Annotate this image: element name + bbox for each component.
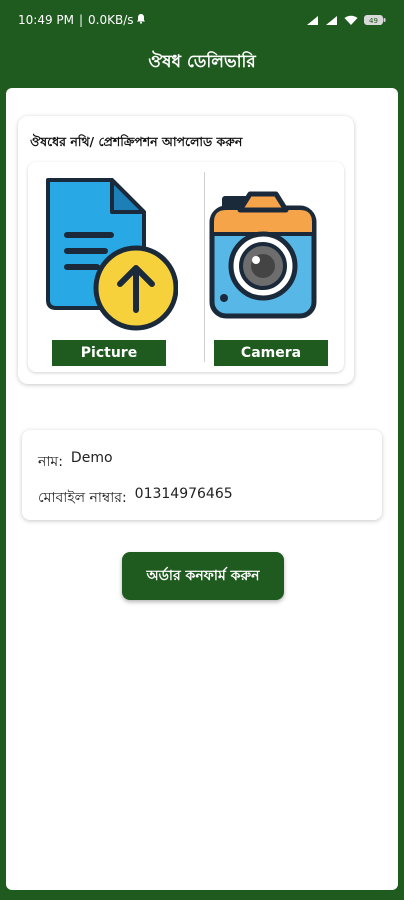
upload-title: ঔষধের নথি/ প্রেশক্রিপশন আপলোড করুন bbox=[30, 134, 243, 149]
confirm-order-button[interactable]: অর্ডার কনফার্ম করুন bbox=[122, 552, 284, 600]
page-title: ঔষধ ডেলিভারি bbox=[148, 52, 256, 72]
name-value: Demo bbox=[70, 450, 113, 466]
notification-bell-icon bbox=[136, 13, 146, 27]
status-time: 10:49 PM bbox=[18, 13, 74, 27]
status-right: 49 bbox=[306, 14, 386, 26]
mobile-label: মোবাইল নাম্বার: bbox=[38, 490, 127, 506]
signal-icon bbox=[307, 15, 318, 25]
battery-icon: 49 bbox=[364, 15, 386, 25]
wifi-icon bbox=[344, 15, 358, 25]
picture-option[interactable]: Picture bbox=[28, 162, 186, 372]
battery-level: 49 bbox=[369, 17, 378, 25]
upload-options: Picture Camera bbox=[28, 162, 344, 372]
picture-button-label: Picture bbox=[52, 340, 166, 366]
upload-card: ঔষধের নথি/ প্রেশক্রিপশন আপলোড করুন Pictu… bbox=[18, 116, 354, 384]
camera-option[interactable]: Camera bbox=[186, 162, 344, 372]
customer-info-card: নাম: Demo মোবাইল নাম্বার: 01314976465 bbox=[22, 430, 382, 520]
status-separator: | bbox=[79, 13, 84, 27]
camera-icon bbox=[209, 191, 317, 319]
main-content: ঔষধের নথি/ প্রেশক্রিপশন আপলোড করুন Pictu… bbox=[6, 88, 398, 890]
name-row: নাম: Demo bbox=[38, 450, 113, 474]
document-upload-icon bbox=[46, 178, 178, 331]
camera-button-label: Camera bbox=[214, 340, 328, 366]
mobile-row: মোবাইল নাম্বার: 01314976465 bbox=[38, 486, 233, 510]
mobile-value: 01314976465 bbox=[134, 486, 233, 502]
status-bar: 10:49 PM | 0.0KB/s 49 bbox=[0, 0, 404, 40]
signal-icon bbox=[326, 15, 337, 25]
app-bar: ঔষধ ডেলিভারি bbox=[0, 40, 404, 86]
status-network-speed: 0.0KB/s bbox=[88, 13, 134, 27]
name-label: নাম: bbox=[38, 454, 63, 470]
status-left: 10:49 PM | 0.0KB/s bbox=[18, 13, 146, 27]
